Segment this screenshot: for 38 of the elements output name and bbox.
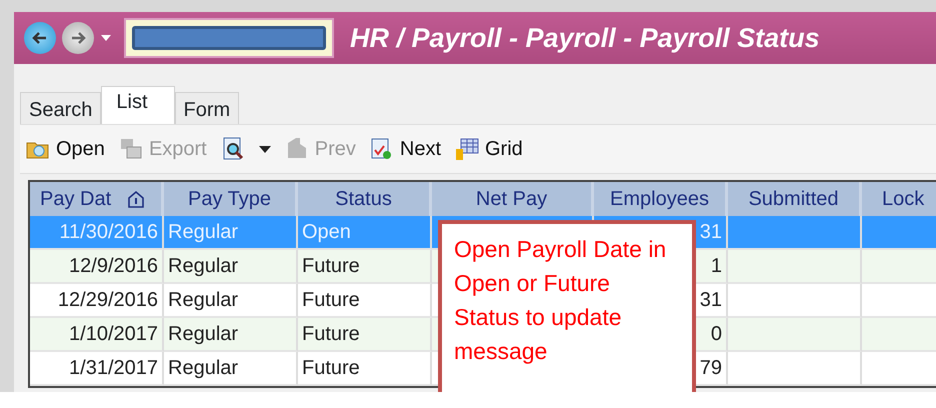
tab[interactable]: List — [101, 86, 174, 124]
grid-button[interactable]: Grid — [455, 134, 523, 164]
table-cell: 1/31/2017 — [30, 352, 164, 386]
folder-button[interactable]: Open — [26, 134, 105, 164]
export-icon — [118, 137, 143, 161]
column-header[interactable]: Pay Dat — [30, 182, 164, 216]
table-cell: Regular — [164, 352, 298, 386]
back-button[interactable] — [24, 22, 56, 54]
table-cell: Future — [298, 250, 432, 284]
checked-page-icon — [370, 137, 394, 161]
preview-button[interactable] — [220, 137, 245, 161]
table-cell: Open — [298, 216, 432, 250]
column-header[interactable]: Submitted — [728, 182, 862, 216]
table-cell: 12/9/2016 — [30, 250, 164, 284]
forward-button[interactable] — [62, 22, 94, 54]
window-title: HR / Payroll - Payroll - Payroll Status — [350, 22, 820, 55]
table-cell: Future — [298, 318, 432, 352]
tab[interactable]: Form — [174, 92, 240, 124]
table-cell: 11/30/2016 — [30, 216, 164, 250]
tab[interactable]: Search — [20, 92, 102, 124]
table-cell: 1/10/2017 — [30, 318, 164, 352]
dropdown-icon[interactable] — [100, 34, 112, 42]
caret-icon[interactable] — [258, 146, 271, 152]
column-header[interactable]: Lock — [862, 182, 936, 216]
address-field[interactable] — [124, 18, 334, 58]
next-button[interactable]: Next — [370, 134, 441, 164]
table-cell: Regular — [164, 216, 298, 250]
table-cell: Regular — [164, 318, 298, 352]
table-cell: Regular — [164, 250, 298, 284]
magnifier-icon — [220, 137, 245, 161]
column-header[interactable]: Net Pay — [432, 182, 594, 216]
column-header[interactable]: Status — [298, 182, 432, 216]
sort-icon — [127, 190, 146, 208]
column-header[interactable]: Employees — [594, 182, 728, 216]
grid-icon — [455, 137, 479, 161]
column-header[interactable]: Pay Type — [164, 182, 298, 216]
callout-note: Open Payroll Date in Open or Future Status to update message — [438, 220, 696, 392]
table-cell: Future — [298, 352, 432, 386]
